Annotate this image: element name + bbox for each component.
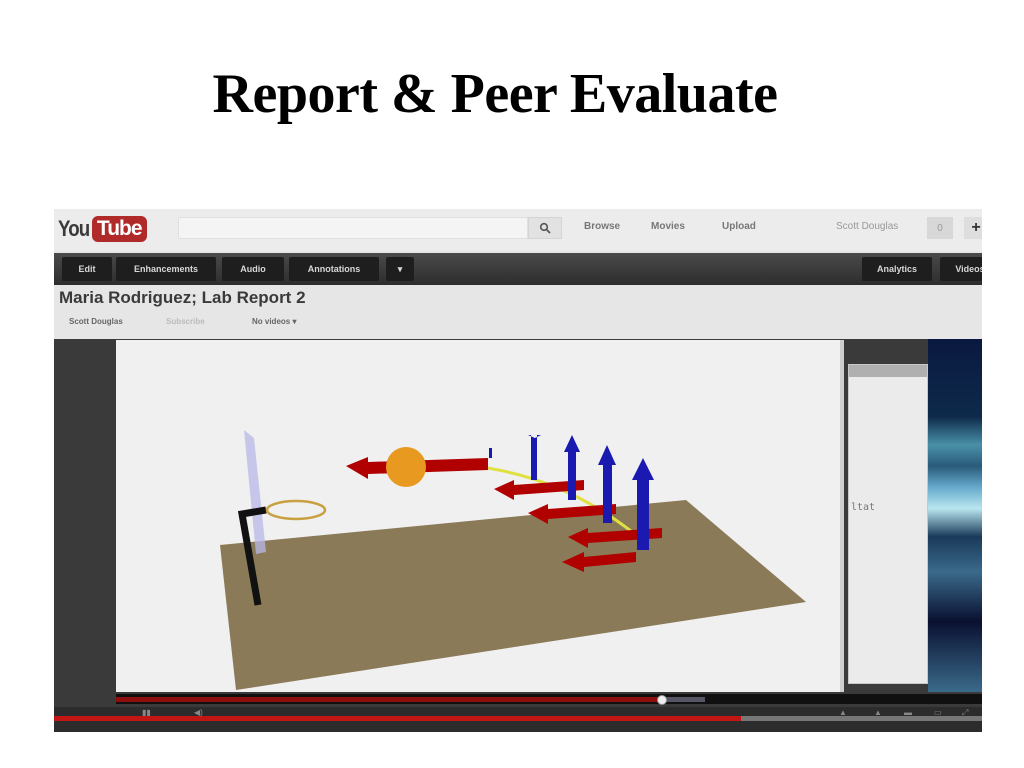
plus-icon[interactable]: + xyxy=(964,217,982,239)
physics-animation xyxy=(220,420,806,690)
tab-audio[interactable]: Audio xyxy=(222,257,284,281)
player-controls: ▮▮ ◀) ▲ ▲ ▬ ▭ ⤢ xyxy=(54,707,982,732)
video-player[interactable]: ltat ▮▮ ◀) ▲ ▲ ▬ ▭ ⤢ xyxy=(54,339,982,732)
tab-annotations[interactable]: Annotations xyxy=(289,257,379,281)
tab-edit[interactable]: Edit xyxy=(62,257,112,281)
cc-icon[interactable]: ▲ xyxy=(874,708,882,717)
side-window-header xyxy=(849,365,927,377)
scrub-handle[interactable] xyxy=(656,695,667,705)
channel-owner[interactable]: Scott Douglas xyxy=(69,317,123,326)
masthead: You Tube Browse Movies Upload Scott Doug… xyxy=(54,209,982,251)
outer-progress-remaining xyxy=(740,716,982,721)
logo-you: You xyxy=(58,216,90,241)
ball xyxy=(386,447,426,487)
desktop-background xyxy=(928,339,982,692)
edit-toolbar: Edit Enhancements Audio Annotations ▾ An… xyxy=(54,253,982,285)
youtube-logo[interactable]: You Tube xyxy=(58,215,147,243)
subscribe-button[interactable]: Subscribe xyxy=(166,317,205,326)
user-name[interactable]: Scott Douglas xyxy=(836,221,898,232)
tab-analytics[interactable]: Analytics xyxy=(862,257,932,281)
search-icon xyxy=(539,222,551,234)
seek-buffered xyxy=(661,697,705,702)
side-window: ltat xyxy=(848,364,928,684)
notification-count[interactable]: 0 xyxy=(927,217,953,239)
floor-plane xyxy=(220,500,806,690)
side-window-text: ltat xyxy=(851,502,876,513)
settings-icon[interactable]: ▲ xyxy=(839,708,847,717)
play-icon[interactable]: ▮▮ xyxy=(142,708,151,717)
volume-icon[interactable]: ◀) xyxy=(194,708,203,717)
nav-browse[interactable]: Browse xyxy=(584,221,620,232)
logo-tube: Tube xyxy=(91,216,147,242)
popout-icon[interactable]: ▭ xyxy=(934,708,942,717)
slide-title: Report & Peer Evaluate xyxy=(212,63,778,125)
fullscreen-icon[interactable]: ⤢ xyxy=(962,708,968,718)
search-input[interactable] xyxy=(178,217,528,239)
search-button[interactable] xyxy=(528,217,562,239)
video-title: Maria Rodriguez; Lab Report 2 xyxy=(59,288,306,307)
nav-upload[interactable]: Upload xyxy=(722,221,756,232)
velocity-arrow xyxy=(528,420,541,480)
seek-played xyxy=(116,697,662,702)
tab-videos[interactable]: Videos xyxy=(940,257,982,281)
velocity-arrow xyxy=(489,448,492,458)
theater-icon[interactable]: ▬ xyxy=(904,708,912,717)
video-frame[interactable] xyxy=(116,340,844,692)
seek-bar[interactable] xyxy=(116,694,982,705)
youtube-screenshot: You Tube Browse Movies Upload Scott Doug… xyxy=(54,209,982,732)
more-dropdown[interactable]: ▾ xyxy=(386,257,414,281)
tab-enhancements[interactable]: Enhancements xyxy=(116,257,216,281)
channel-row: Scott Douglas Subscribe No videos ▾ xyxy=(54,313,982,333)
hoop-ring xyxy=(265,499,327,521)
nav-movies[interactable]: Movies xyxy=(651,221,685,232)
videos-select[interactable]: No videos ▾ xyxy=(252,317,296,326)
outer-progress[interactable] xyxy=(54,716,741,721)
